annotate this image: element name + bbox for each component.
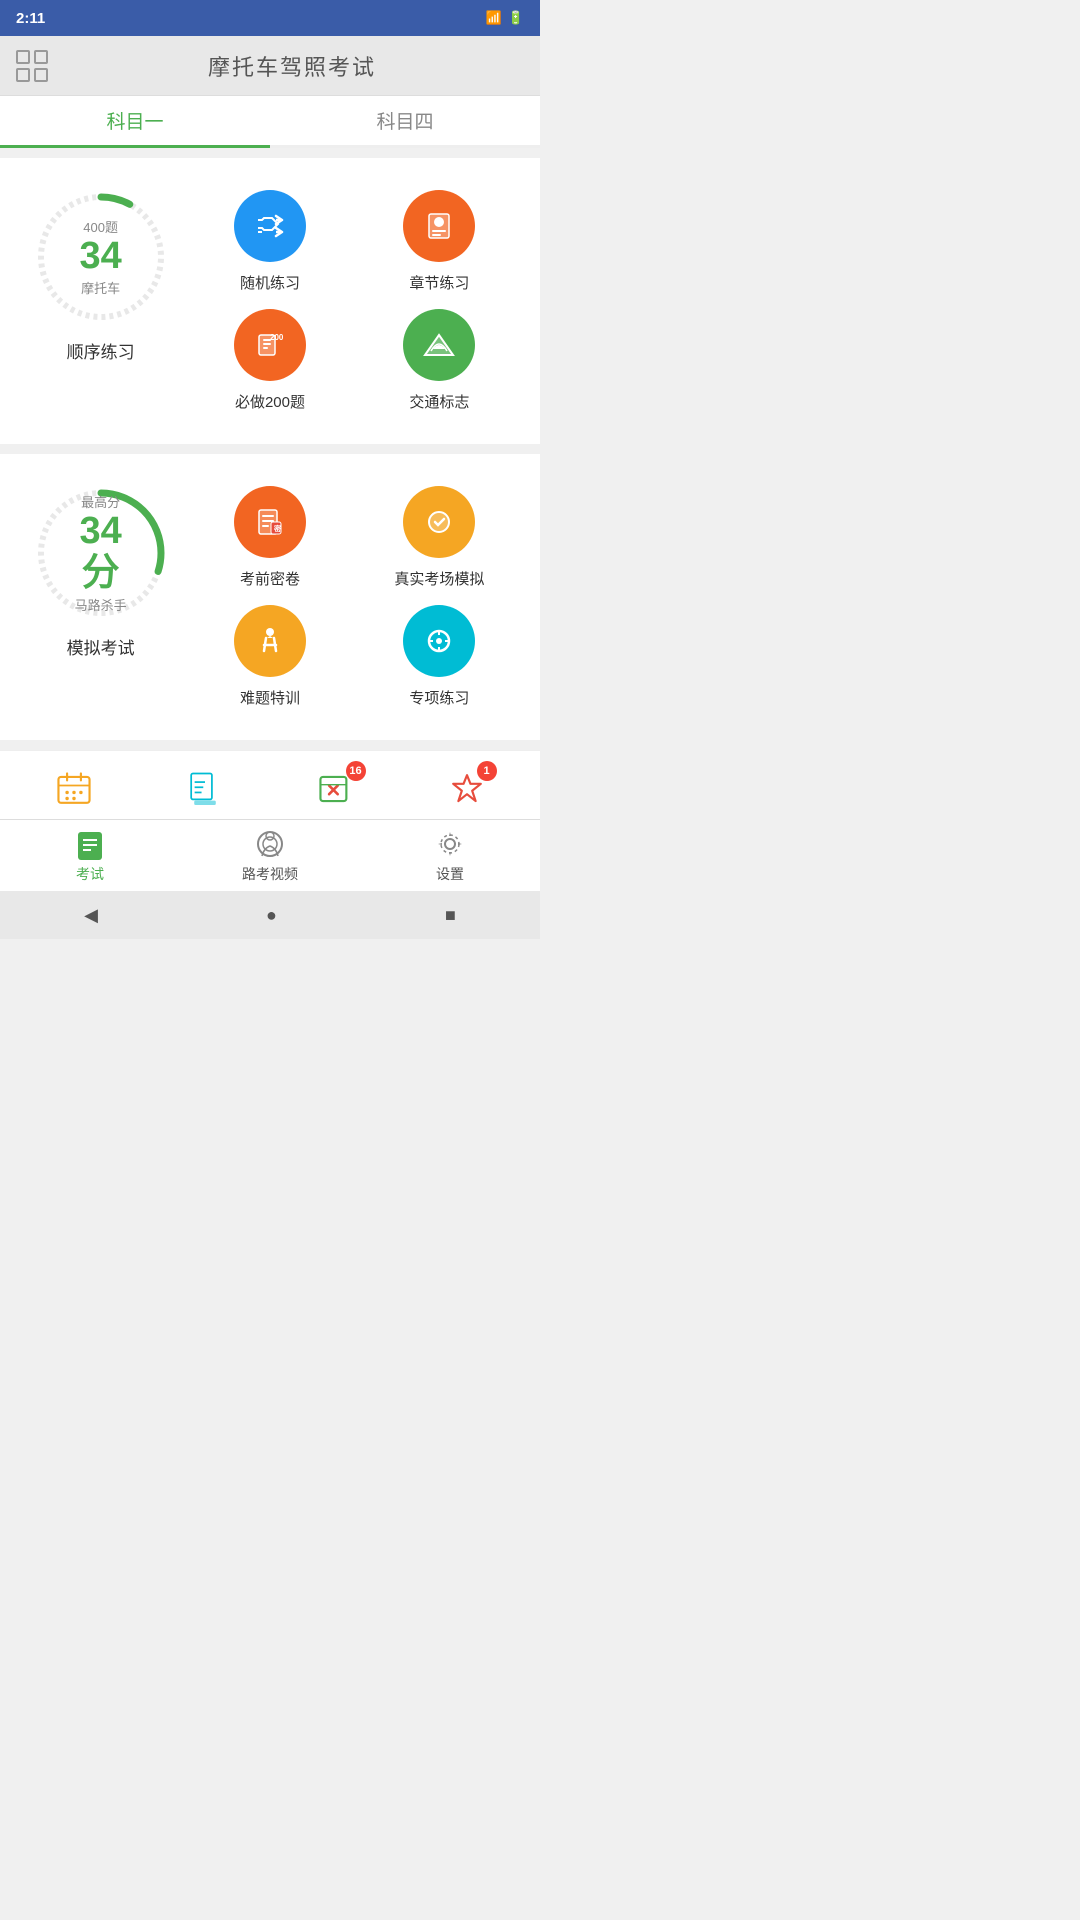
mistakes-tool[interactable] <box>183 767 227 811</box>
mistakes-icon <box>186 770 224 808</box>
svg-text:密: 密 <box>274 524 281 533</box>
tab-subject1[interactable]: 科目一 <box>0 96 270 145</box>
exam-section: 密 考前密卷 最高分 34分 马路杀手 模拟考试 <box>0 454 540 740</box>
random-practice-icon <box>234 190 306 262</box>
favorites-tool[interactable]: 1 <box>445 767 489 811</box>
exam-score: 34分 <box>63 511 138 595</box>
practice-circle-inner: 400题 34 摩托车 <box>80 217 122 297</box>
must200-icon: 200 <box>234 309 306 381</box>
traffic-sign-icon <box>403 309 475 381</box>
daily-icon-wrap <box>52 767 96 811</box>
mistakes-icon-wrap <box>183 767 227 811</box>
practice-section: 随机练习 400题 34 摩托车 顺序练习 <box>0 158 540 444</box>
real-exam-label: 真实考场模拟 <box>394 568 484 589</box>
tab-bar: 科目一 科目四 <box>0 96 540 148</box>
secret-exam-label: 考前密卷 <box>240 568 300 589</box>
traffic-sign-item[interactable]: 交通标志 <box>355 301 524 420</box>
must200-label: 必做200题 <box>235 391 305 412</box>
tab-subject4[interactable]: 科目四 <box>270 96 540 145</box>
practice-circle: 400题 34 摩托车 顺序练习 <box>16 182 185 363</box>
special-practice-item[interactable]: 专项练习 <box>355 597 524 716</box>
nav-video-icon <box>254 828 286 860</box>
daily-tool[interactable] <box>52 767 96 811</box>
chapter-practice-item[interactable]: 章节练习 <box>355 182 524 301</box>
nav-exam[interactable]: 考试 <box>0 820 180 891</box>
nav-settings-label: 设置 <box>436 864 464 884</box>
signal-icon: 📶 <box>486 10 502 26</box>
favorites-icon-wrap: 1 <box>445 767 489 811</box>
battery-icon: 🔋 <box>508 10 524 26</box>
exam-rank-label: 马路杀手 <box>63 595 138 614</box>
nav-video[interactable]: 路考视频 <box>180 820 360 891</box>
exam-circle-inner: 最高分 34分 马路杀手 <box>63 492 138 614</box>
favorites-badge: 1 <box>477 761 497 781</box>
real-exam-icon <box>403 486 475 558</box>
svg-text:200: 200 <box>270 333 284 342</box>
status-time: 2:11 <box>16 10 45 27</box>
special-practice-label: 专项练习 <box>409 687 469 708</box>
nav-exam-label: 考试 <box>76 864 104 884</box>
hard-train-icon <box>234 605 306 677</box>
real-exam-item[interactable]: 真实考场模拟 <box>355 478 524 597</box>
random-practice-item[interactable]: 随机练习 <box>185 182 354 301</box>
menu-icon[interactable] <box>16 50 48 82</box>
chapter-practice-icon <box>403 190 475 262</box>
daily-icon <box>55 770 93 808</box>
recent-button[interactable]: ■ <box>445 905 456 926</box>
exam-circle-meter: 最高分 34分 马路杀手 <box>26 478 176 628</box>
wrongs-icon-wrap: 16 <box>314 767 358 811</box>
must200-item[interactable]: 200 必做200题 <box>185 301 354 420</box>
bottom-nav: 考试 路考视频 设置 <box>0 819 540 891</box>
secret-exam-item[interactable]: 密 考前密卷 <box>185 478 354 597</box>
practice-total-label: 400题 <box>80 217 122 236</box>
wrongs-tool[interactable]: 16 <box>314 767 358 811</box>
wrongs-badge: 16 <box>346 761 366 781</box>
home-button[interactable]: ● <box>266 905 277 926</box>
app-header: 摩托车驾照考试 <box>0 36 540 96</box>
random-practice-label: 随机练习 <box>240 272 300 293</box>
nav-settings-icon <box>434 828 466 860</box>
practice-grid: 随机练习 400题 34 摩托车 顺序练习 <box>16 182 524 420</box>
status-bar: 2:11 📶 🔋 <box>0 0 540 36</box>
nav-video-label: 路考视频 <box>242 864 298 884</box>
traffic-sign-label: 交通标志 <box>409 391 469 412</box>
exam-circle: 最高分 34分 马路杀手 模拟考试 <box>16 478 185 659</box>
hard-train-label: 难题特训 <box>240 687 300 708</box>
exam-grid: 密 考前密卷 最高分 34分 马路杀手 模拟考试 <box>16 478 524 716</box>
status-icons: 📶 🔋 <box>486 10 524 26</box>
practice-circle-meter: 400题 34 摩托车 <box>26 182 176 332</box>
hard-train-item[interactable]: 难题特训 <box>185 597 354 716</box>
tools-row: 16 1 <box>0 750 540 819</box>
practice-count: 34 <box>80 236 122 278</box>
exam-score-label: 最高分 <box>63 492 138 511</box>
mock-exam-label[interactable]: 模拟考试 <box>67 634 135 659</box>
chapter-practice-label: 章节练习 <box>409 272 469 293</box>
back-button[interactable]: ◀ <box>84 905 98 926</box>
secret-exam-icon: 密 <box>234 486 306 558</box>
system-nav: ◀ ● ■ <box>0 891 540 939</box>
practice-vehicle-label: 摩托车 <box>80 278 122 297</box>
sequential-practice-label[interactable]: 顺序练习 <box>67 338 135 363</box>
special-practice-icon <box>403 605 475 677</box>
nav-exam-icon <box>74 828 106 860</box>
nav-settings[interactable]: 设置 <box>360 820 540 891</box>
app-title: 摩托车驾照考试 <box>60 50 524 82</box>
